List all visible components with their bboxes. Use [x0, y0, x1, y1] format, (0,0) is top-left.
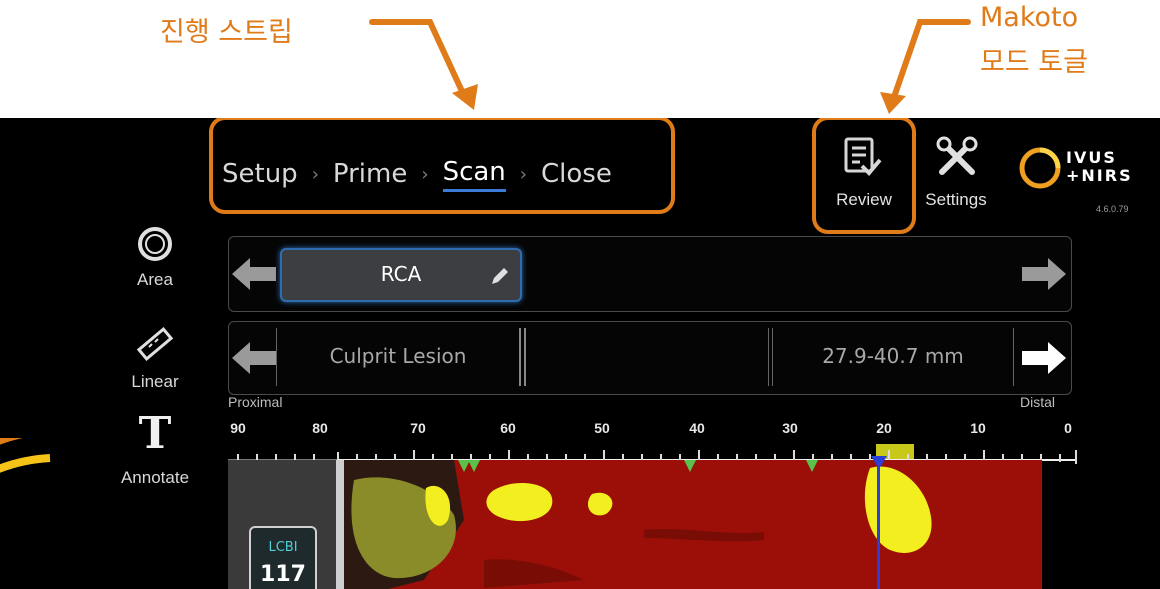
logo-line2: +NIRS — [1066, 166, 1133, 185]
tick-label: 70 — [410, 420, 426, 436]
ivus-nirs-logo: IVUS +NIRS 4.6.0.79 — [1018, 146, 1148, 216]
tick-label: 30 — [782, 420, 798, 436]
lesion-next-arrow[interactable] — [1020, 342, 1066, 374]
logo-line1: IVUS — [1066, 148, 1117, 167]
lcbi-value: 117 — [260, 562, 306, 587]
linear-label: Linear — [131, 372, 179, 391]
settings-wrench-icon — [936, 136, 978, 175]
vessel-prev-arrow[interactable] — [232, 258, 278, 290]
ivus-dial-edge — [0, 438, 51, 473]
chemogram-divider[interactable] — [336, 460, 344, 589]
ruler-ticks: 90 80 70 60 50 40 30 20 10 0 — [0, 420, 1160, 440]
tick-label: 40 — [689, 420, 705, 436]
tick-label: 20 — [876, 420, 892, 436]
lesion-name: Culprit Lesion — [329, 344, 467, 368]
lcbi-label: LCBI — [268, 540, 298, 555]
makoto-arrowhead — [880, 92, 906, 114]
settings-button[interactable]: Settings — [914, 118, 998, 228]
lcbi-badge: LCBI 117 — [249, 526, 317, 589]
progress-strip-highlight — [209, 118, 675, 214]
edit-pencil-icon[interactable] — [490, 266, 510, 286]
linear-tool[interactable]: Linear — [110, 324, 200, 394]
frame-cursor-line[interactable] — [877, 458, 880, 589]
tick-label: 0 — [1064, 420, 1072, 436]
area-icon — [138, 227, 172, 261]
annotate-label: Annotate — [120, 468, 190, 487]
vessel-next-arrow[interactable] — [1020, 258, 1066, 290]
chemogram — [344, 460, 1042, 589]
lesion-name-bracket[interactable]: Culprit Lesion — [276, 328, 521, 386]
lesion-blank-bracket — [524, 328, 769, 386]
proximal-label: Proximal — [228, 394, 283, 410]
tick-label: 60 — [500, 420, 516, 436]
callout-arrows — [369, 19, 971, 114]
vessel-selector[interactable]: RCA — [280, 248, 522, 302]
lesion-prev-arrow[interactable] — [232, 342, 278, 374]
area-tool[interactable]: Area — [110, 224, 200, 294]
distal-label: Distal — [1020, 394, 1056, 410]
tick-label: 50 — [594, 420, 610, 436]
logo-ring-icon — [1019, 147, 1061, 189]
tick-label: 80 — [312, 420, 328, 436]
software-version: 4.6.0.79 — [1096, 204, 1129, 214]
lesion-range: 27.9-40.7 mm — [822, 344, 964, 368]
makoto-arrow — [890, 19, 971, 103]
ruler-icon — [136, 327, 174, 361]
lesion-range-bracket[interactable]: 27.9-40.7 mm — [772, 328, 1014, 386]
progress-strip-arrow — [369, 19, 469, 103]
tick-label: 10 — [970, 420, 986, 436]
frame-cursor-arrow[interactable] — [871, 456, 887, 470]
device-screen: Setup › Prime › Scan › Close Review Sett… — [0, 118, 1160, 589]
vessel-value: RCA — [380, 262, 422, 286]
progress-strip-arrowhead — [452, 84, 478, 110]
makoto-toggle-highlight — [812, 118, 916, 234]
settings-label: Settings — [925, 190, 987, 209]
area-label: Area — [137, 270, 173, 289]
tick-label: 90 — [230, 420, 246, 436]
